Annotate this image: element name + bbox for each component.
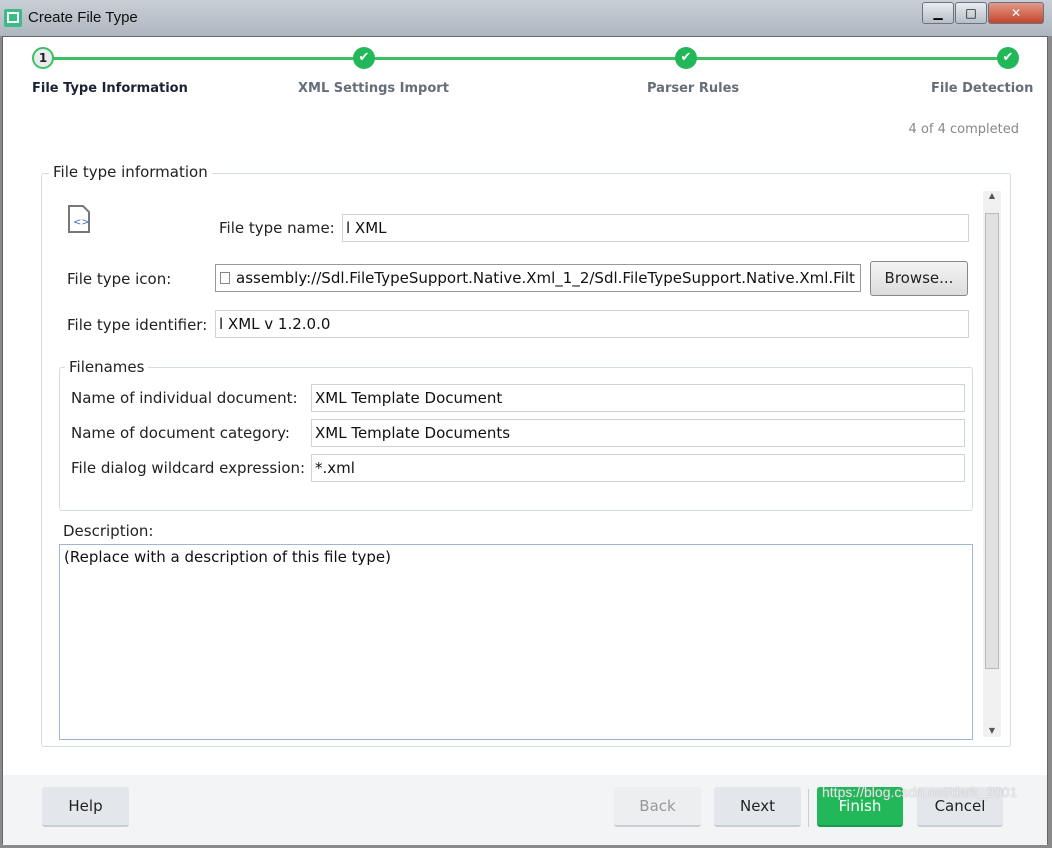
file-type-name-label: File type name: — [219, 219, 335, 237]
filenames-label: Filenames — [65, 358, 149, 376]
step-4-check-icon[interactable]: ✔ — [997, 47, 1019, 69]
step-3-label[interactable]: Parser Rules — [647, 81, 739, 96]
button-divider — [808, 789, 809, 827]
browse-button[interactable]: Browse... — [870, 261, 968, 296]
next-button[interactable]: Next — [714, 787, 801, 827]
group-label: File type information — [49, 163, 212, 181]
file-icon — [220, 272, 230, 284]
scroll-down-icon[interactable]: ▼ — [983, 726, 1001, 735]
individual-doc-input[interactable]: XML Template Document — [311, 384, 965, 412]
step-1-indicator[interactable]: 1 — [32, 47, 54, 69]
dialog-body: 1 ✔ ✔ ✔ File Type Information XML Settin… — [2, 36, 1048, 845]
progress-text: 4 of 4 completed — [908, 122, 1019, 137]
svg-text:<>: <> — [73, 217, 90, 228]
minimize-button[interactable]: ▁ — [922, 2, 954, 24]
back-button[interactable]: Back — [614, 787, 701, 827]
window-title: Create File Type — [28, 9, 138, 26]
app-icon — [4, 9, 22, 27]
step-2-label[interactable]: XML Settings Import — [298, 81, 449, 96]
wildcard-label: File dialog wildcard expression: — [71, 459, 306, 477]
file-type-identifier-input[interactable]: l XML v 1.2.0.0 — [215, 310, 969, 338]
xml-file-icon: <> — [68, 205, 90, 233]
watermark: https://blog.csdn.net/dark_2001 — [822, 784, 1018, 800]
help-button[interactable]: Help — [42, 787, 129, 827]
close-button[interactable]: ✕ — [988, 2, 1044, 24]
maximize-button[interactable]: □ — [955, 2, 987, 24]
scroll-up-icon[interactable]: ▲ — [983, 191, 1001, 200]
wildcard-input[interactable]: *.xml — [311, 454, 965, 482]
doc-category-input[interactable]: XML Template Documents — [311, 419, 965, 447]
file-type-icon-input[interactable]: assembly://Sdl.FileTypeSupport.Native.Xm… — [215, 264, 861, 292]
step-2-check-icon[interactable]: ✔ — [353, 47, 375, 69]
step-1-label[interactable]: File Type Information — [32, 81, 188, 96]
stepper-line — [45, 57, 1005, 60]
doc-category-label: Name of document category: — [71, 424, 290, 442]
individual-doc-label: Name of individual document: — [71, 389, 298, 407]
vertical-scrollbar[interactable]: ▲ ▼ — [983, 191, 1001, 737]
icon-path-text: assembly://Sdl.FileTypeSupport.Native.Xm… — [236, 269, 855, 287]
description-label: Description: — [63, 522, 154, 540]
wizard-stepper: 1 ✔ ✔ ✔ File Type Information XML Settin… — [3, 37, 1047, 107]
title-bar: Create File Type ▁ □ ✕ — [0, 0, 1052, 36]
step-4-label[interactable]: File Detection — [931, 81, 1033, 96]
description-textarea[interactable]: (Replace with a description of this file… — [59, 544, 973, 740]
file-type-name-input[interactable]: l XML — [342, 214, 969, 242]
step-3-check-icon[interactable]: ✔ — [675, 47, 697, 69]
file-type-identifier-label: File type identifier: — [67, 316, 208, 334]
scrollbar-thumb[interactable] — [985, 213, 999, 669]
file-type-icon-label: File type icon: — [67, 270, 172, 288]
